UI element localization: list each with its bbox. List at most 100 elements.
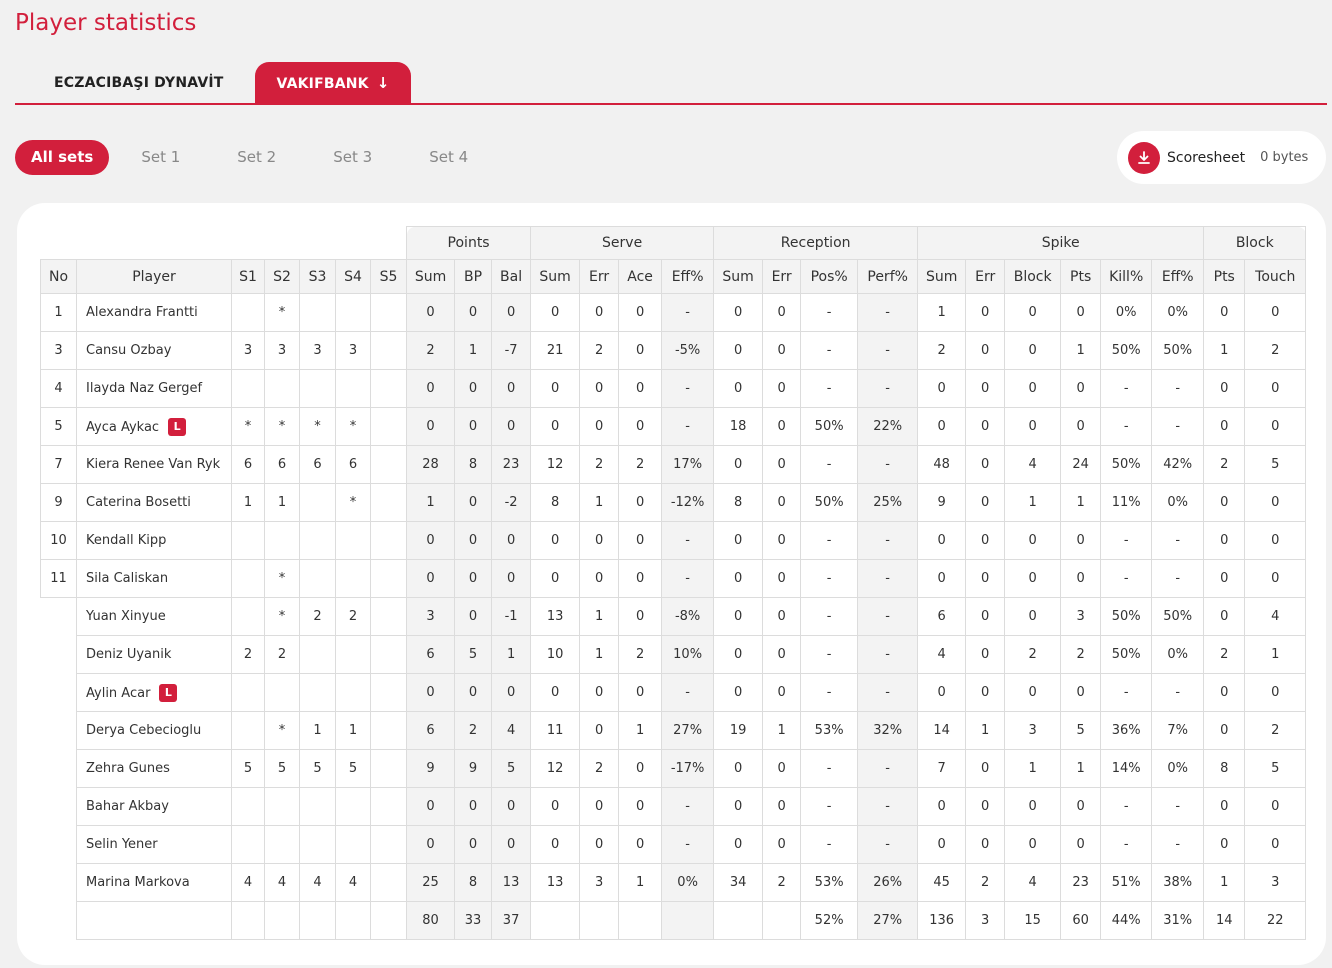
column-header[interactable]: S4 — [335, 259, 371, 294]
column-header[interactable]: Block — [1004, 259, 1062, 294]
player-name-cell: Ayca Aykac L — [76, 407, 232, 446]
stat-cell: 50% — [1151, 597, 1205, 636]
column-header[interactable]: Err — [762, 259, 802, 294]
stat-cell: 0 — [530, 521, 581, 560]
stat-cell: - — [1100, 407, 1153, 446]
tab-vakifbank[interactable]: VAKIFBANK ↓ — [255, 62, 411, 103]
player-name[interactable]: Ayca Aykac — [86, 420, 159, 435]
table-row[interactable]: Zehra Gunes 5 5 5 5 9 9 5 12 2 0 -17% 0 0- -7 0 1 1 14% 0% 8… — [40, 749, 1307, 788]
set-filter-all[interactable]: All sets — [15, 140, 110, 175]
column-header[interactable]: Pts — [1203, 259, 1246, 294]
table-row[interactable]: Selin Yener 0 0 0 0 0 0-0 0- -0 0 0 0- -0 0 — [40, 825, 1307, 864]
player-name[interactable]: Aylin Acar — [86, 686, 150, 701]
tab-eczacibasi[interactable]: ECZACIBAŞI DYNAVİT — [15, 62, 255, 103]
table-row[interactable]: 1 Alexandra Frantti * 0 0 0 0 0 0-0 0- -1 0 0 0 0% 0% 0 0 — [40, 293, 1307, 332]
column-header[interactable]: Ace — [618, 259, 663, 294]
column-header[interactable]: Eff% — [661, 259, 715, 294]
column-header[interactable]: Sum — [713, 259, 764, 294]
table-row[interactable]: Derya Cebecioglu * 1 1 6 2 4 11 0 1 27% 19 1 53% 32% 14… — [40, 711, 1307, 750]
player-name[interactable]: Ilayda Naz Gergef — [86, 381, 202, 396]
table-row[interactable]: Aylin Acar L 0 0 0 0 0 0-0 0- -0 0 0 0- -0 0 — [40, 673, 1307, 712]
stat-cell: - — [661, 407, 715, 446]
column-header[interactable]: Bal — [491, 259, 532, 294]
player-name[interactable]: Yuan Xinyue — [86, 609, 166, 624]
table-row[interactable]: 11 Sila Caliskan * 0 0 0 0 0 0-0 0- -0 0 0 0- -0 0 — [40, 559, 1307, 598]
column-header[interactable]: S1 — [231, 259, 265, 294]
column-header[interactable]: Eff% — [1151, 259, 1205, 294]
set-filter-3[interactable]: Set 3 — [318, 140, 387, 175]
stat-cell: 2 — [965, 863, 1006, 902]
scoresheet-download[interactable]: Scoresheet 0 bytes — [1117, 131, 1326, 184]
table-row[interactable]: Yuan Xinyue * 2 2 3 0 -1 13 1 0 -8% 0 0- -6 0 0 3 50% 50% 0… — [40, 597, 1307, 636]
column-header[interactable]: Touch — [1244, 259, 1307, 294]
player-name[interactable]: Deniz Uyanik — [86, 647, 171, 662]
table-row[interactable]: Marina Markova 4 4 4 4 25 8 13 13 3 1 0% 34 2 53% 26% 45… — [40, 863, 1307, 902]
stat-cell: 2 — [1203, 445, 1246, 484]
stat-cell: 0% — [1151, 483, 1205, 522]
column-header[interactable]: S3 — [299, 259, 336, 294]
stat-cell: * — [264, 559, 300, 598]
set-filter-2[interactable]: Set 2 — [222, 140, 291, 175]
player-name[interactable]: Alexandra Frantti — [86, 305, 198, 320]
player-name[interactable]: Kendall Kipp — [86, 533, 166, 548]
table-row[interactable]: Deniz Uyanik 2 2 6 5 1 10 1 2 10% 0 0- -4 0 2 2 50% 0% 2 1 — [40, 635, 1307, 674]
player-name[interactable]: Cansu Ozbay — [86, 343, 171, 358]
column-header[interactable]: S2 — [264, 259, 300, 294]
table-row[interactable]: 7 Kiera Renee Van Ryk 6 6 6 6 28 8 23 12 2 2 17% 0 0- -… — [40, 445, 1307, 484]
team-tabs: ECZACIBAŞI DYNAVİT VAKIFBANK ↓ — [15, 62, 1327, 105]
stat-cell: 0 — [618, 559, 663, 598]
column-header[interactable]: Sum — [917, 259, 967, 294]
stat-cell: -17% — [661, 749, 715, 788]
player-name[interactable]: Marina Markova — [86, 875, 190, 890]
table-row[interactable]: 9 Caterina Bosetti 1 1 * 1 0 -2 8 1 0 -12% 8 0 50% 25% 9… — [40, 483, 1307, 522]
player-name[interactable]: Caterina Bosetti — [86, 495, 191, 510]
column-header[interactable]: Kill% — [1100, 259, 1153, 294]
set-filter-1[interactable]: Set 1 — [126, 140, 195, 175]
table-row[interactable]: Bahar Akbay 0 0 0 0 0 0-0 0- -0 0 0 0- -0 0 — [40, 787, 1307, 826]
column-header[interactable]: Err — [965, 259, 1006, 294]
stat-cell — [369, 635, 408, 674]
stat-cell: 1 — [917, 293, 967, 332]
table-row[interactable]: 3 Cansu Ozbay 3 3 3 3 2 1 -7 21 2 0 -5% 0 0- -2 0 0 1 50% 50… — [40, 331, 1307, 370]
stat-cell: - — [800, 521, 859, 560]
stat-cell: 0 — [1244, 825, 1307, 864]
stat-cell: 0 — [579, 559, 620, 598]
column-header[interactable]: S5 — [369, 259, 408, 294]
table-row[interactable]: 5 Ayca Aykac L * * * * 0 0 0 0 0 0-18 0 50% 22% 0 0 0 0- -0 0 — [40, 407, 1307, 446]
column-header[interactable]: Perf% — [857, 259, 919, 294]
player-name[interactable]: Kiera Renee Van Ryk — [86, 457, 220, 472]
stat-cell — [335, 635, 371, 674]
stat-cell: -8% — [661, 597, 715, 636]
group-points: Points — [406, 226, 532, 260]
column-header[interactable]: Sum — [406, 259, 456, 294]
column-header[interactable]: No — [40, 259, 77, 294]
player-name[interactable]: Bahar Akbay — [86, 799, 169, 814]
stat-cell: 0 — [917, 521, 967, 560]
player-name[interactable]: Sila Caliskan — [86, 571, 168, 586]
stat-cell: 0 — [1004, 825, 1062, 864]
table-row[interactable]: 4 Ilayda Naz Gergef 0 0 0 0 0 0-0 0- -0 0 0 0- -0 0 — [40, 369, 1307, 408]
set-filter-4[interactable]: Set 4 — [414, 140, 483, 175]
player-name[interactable]: Derya Cebecioglu — [86, 723, 201, 738]
stat-cell: 50% — [1100, 597, 1153, 636]
stat-cell: 0 — [1244, 483, 1307, 522]
table-row[interactable]: 10 Kendall Kipp 0 0 0 0 0 0-0 0- -0 0 0 0- -0 0 — [40, 521, 1307, 560]
stat-cell: 0 — [965, 407, 1006, 446]
column-header[interactable]: Player — [76, 259, 232, 294]
column-header[interactable]: BP — [454, 259, 493, 294]
column-header[interactable]: Err — [579, 259, 620, 294]
stat-cell: - — [857, 293, 919, 332]
stat-cell — [335, 559, 371, 598]
download-icon[interactable] — [1128, 141, 1160, 174]
column-header[interactable]: Pos% — [800, 259, 859, 294]
stat-cell: 0 — [454, 787, 493, 826]
stat-cell: 1 — [618, 711, 663, 750]
player-name[interactable]: Zehra Gunes — [86, 761, 170, 776]
jersey-number — [40, 749, 77, 788]
player-name[interactable]: Selin Yener — [86, 837, 158, 852]
libero-badge: L — [159, 683, 178, 702]
column-header[interactable]: Pts — [1060, 259, 1102, 294]
stat-cell: 3 — [299, 331, 336, 370]
column-header[interactable]: Sum — [530, 259, 581, 294]
total-cell: 33 — [454, 901, 493, 940]
